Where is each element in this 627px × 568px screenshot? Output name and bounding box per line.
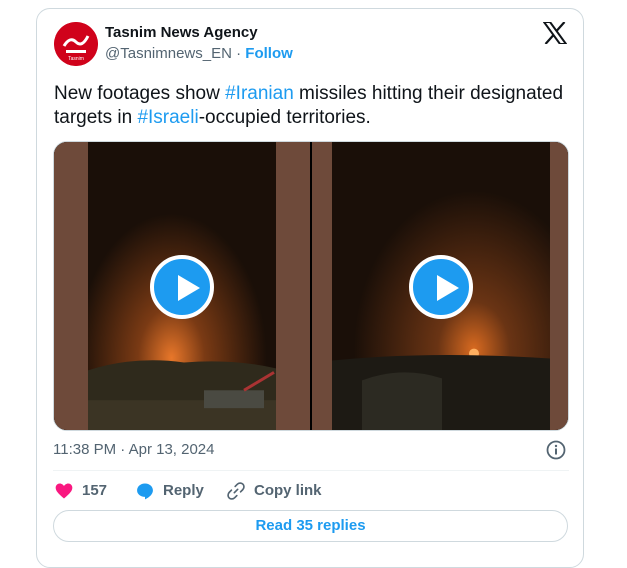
- read-replies-button[interactable]: Read 35 replies: [53, 510, 568, 542]
- media-grid: [53, 141, 569, 431]
- copy-link-button[interactable]: Copy link: [226, 481, 322, 501]
- x-logo-icon[interactable]: [543, 22, 567, 44]
- play-icon: [437, 275, 459, 301]
- account-avatar[interactable]: Tasnim: [54, 22, 98, 66]
- divider: [53, 470, 569, 471]
- heart-icon: [55, 483, 73, 499]
- video-right-play-button[interactable]: [409, 255, 473, 319]
- hashtag-iranian-link[interactable]: #Iranian: [225, 83, 294, 104]
- hashtag-israeli-link[interactable]: #Israeli: [137, 107, 198, 128]
- play-icon: [178, 275, 200, 301]
- tweet-text: New footages show #Iranian missiles hitt…: [54, 82, 574, 130]
- video-left[interactable]: [54, 142, 310, 430]
- tweet-text-part-1: New footages show: [54, 83, 226, 104]
- svg-text:Tasnim: Tasnim: [68, 56, 84, 62]
- info-icon[interactable]: [546, 440, 566, 460]
- account-name[interactable]: Tasnim News Agency: [105, 24, 258, 42]
- like-count: 157: [82, 482, 108, 499]
- like-button[interactable]: 157: [54, 481, 107, 501]
- tweet-timestamp[interactable]: 11:38 PM · Apr 13, 2024: [53, 441, 215, 459]
- account-handle[interactable]: @Tasnimnews_EN: [105, 45, 232, 62]
- reply-button[interactable]: Reply: [135, 481, 204, 501]
- reply-label: Reply: [163, 482, 204, 499]
- video-left-play-button[interactable]: [150, 255, 214, 319]
- link-icon: [227, 482, 245, 500]
- reply-bubble-icon: [137, 483, 153, 500]
- tweet-text-part-3: -occupied territories.: [198, 107, 371, 128]
- follow-button[interactable]: Follow: [245, 45, 293, 62]
- video-right[interactable]: [312, 142, 568, 430]
- copy-link-label: Copy link: [254, 482, 322, 499]
- handle-separator: ·: [236, 45, 242, 62]
- account-handle-line: @Tasnimnews_EN · Follow: [105, 45, 293, 63]
